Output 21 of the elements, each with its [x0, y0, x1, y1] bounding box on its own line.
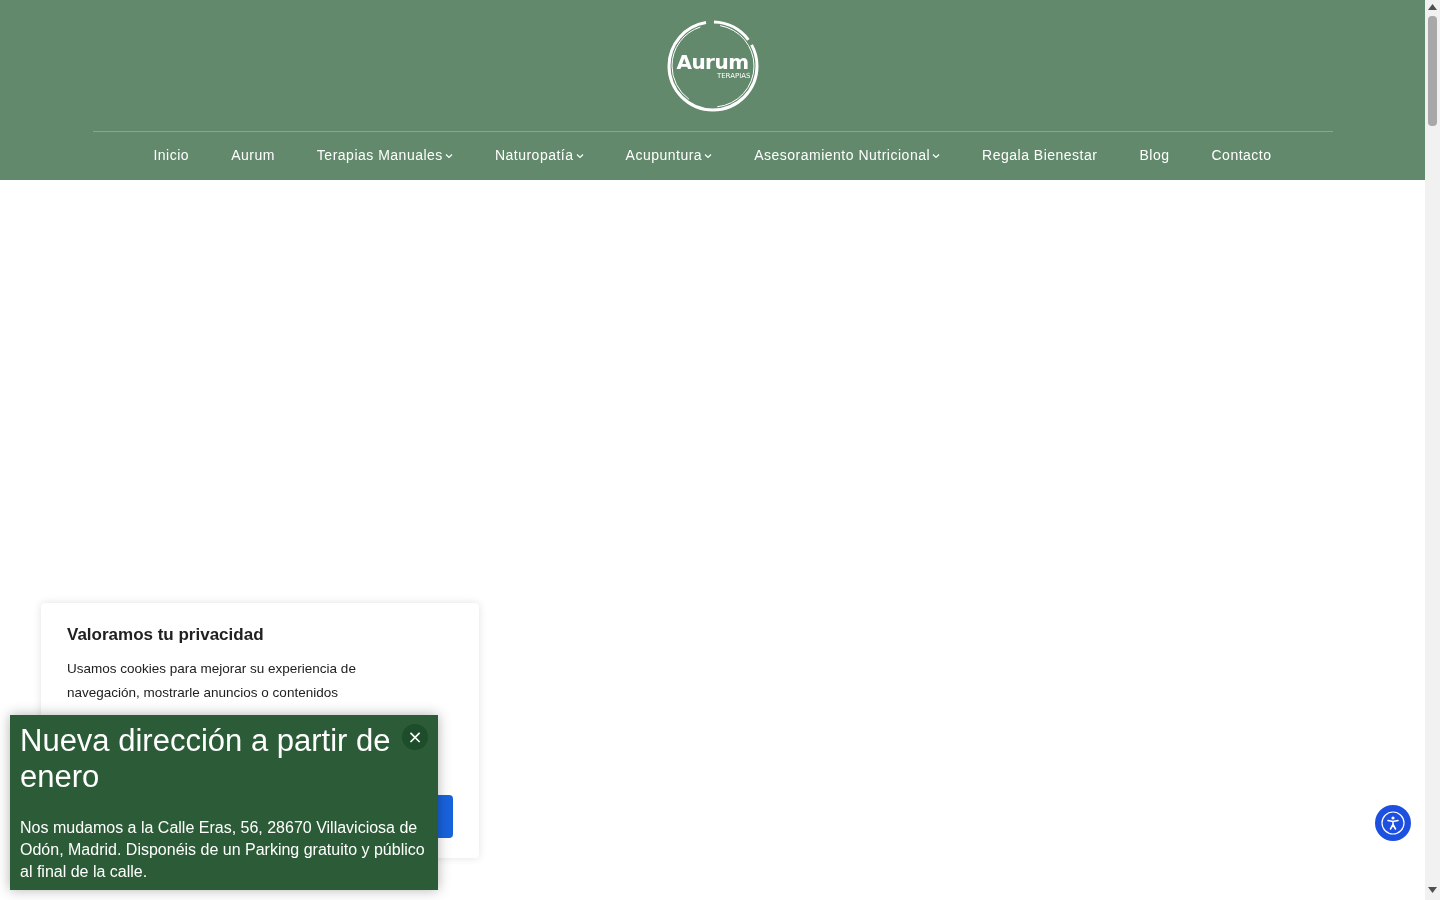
accessibility-icon [1381, 811, 1405, 835]
scrollbar[interactable] [1425, 0, 1440, 900]
nav-link[interactable]: Asesoramiento Nutricional [733, 145, 962, 166]
scrollbar-thumb[interactable] [1428, 16, 1437, 126]
nav-link[interactable]: Acupuntura [604, 145, 734, 166]
scroll-up-icon[interactable] [1428, 4, 1437, 10]
cookie-text: Usamos cookies para mejorar su experiencia de navegación, mostrarle anuncios o contenidos [67, 660, 357, 702]
nav-link[interactable]: Regala Bienestar [961, 145, 1119, 166]
nav-link[interactable]: Aurum [210, 145, 296, 166]
nav-link[interactable]: Blog [1118, 145, 1191, 166]
close-button[interactable]: × [402, 724, 428, 750]
scroll-down-icon[interactable] [1428, 887, 1437, 893]
accessibility-button[interactable] [1375, 805, 1411, 841]
nav-link[interactable]: Inicio [132, 145, 211, 166]
nav-link[interactable]: Contacto [1190, 145, 1293, 166]
cookie-title: Valoramos tu privacidad [67, 624, 265, 646]
logo-name: Aurum [676, 52, 749, 72]
nav-link[interactable]: Naturopatía [473, 145, 605, 166]
notice-title: Nueva dirección a partir de enero [20, 723, 392, 795]
nav-link[interactable]: Terapias Manuales [295, 145, 474, 166]
notice-text: Nos mudamos a la Calle Eras, 56, 28670 Villaviciosa de Odón, Madrid. Disponéis de un Parking gratuito y público al final de la calle. [20, 818, 426, 882]
